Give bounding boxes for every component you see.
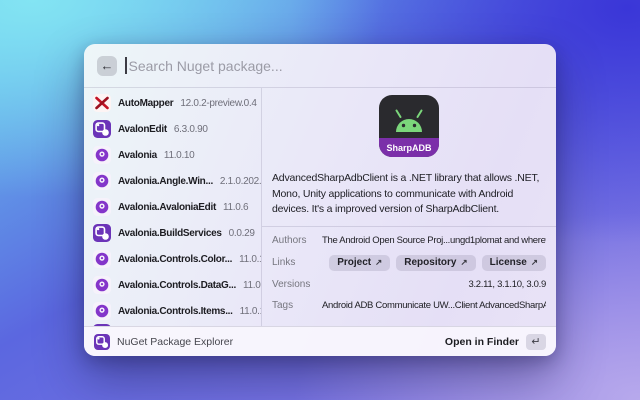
link-label: License [490, 257, 527, 268]
nuget-icon [93, 224, 111, 242]
return-key-icon: ↵ [526, 334, 546, 350]
package-name: Avalonia.AvaloniaEdit [118, 202, 216, 213]
external-link-icon: ↗ [461, 257, 468, 268]
package-version: 2.1.0.202... [220, 176, 261, 187]
footer-app: NuGet Package Explorer [94, 334, 233, 350]
links-label: Links [272, 257, 322, 268]
links-buttons: Project ↗ Repository ↗ License ↗ [322, 255, 546, 271]
package-detail-pane: SharpADB AdvancedSharpAdbClient is a .NE… [262, 88, 556, 326]
open-in-finder-button[interactable]: Open in Finder ↵ [445, 334, 546, 350]
package-version: 0.0.29 [229, 228, 255, 239]
package-list-item[interactable]: Avalonia.BuildServices 0.0.29 [84, 220, 261, 246]
search-input[interactable] [127, 58, 544, 74]
package-list-item[interactable]: Avalonia.AvaloniaEdit 11.0.6 [84, 194, 261, 220]
package-list-item[interactable]: AutoMapper 12.0.2-preview.0.4 [84, 90, 261, 116]
package-version: 11.0.10 [239, 254, 261, 265]
package-list-item[interactable]: Avalonia.Controls.DataG... 11.0.10 [84, 272, 261, 298]
license-link-button[interactable]: License ↗ [482, 255, 546, 271]
versions-label: Versions [272, 279, 322, 290]
package-description: AdvancedSharpAdbClient is a .NET library… [272, 171, 546, 218]
external-link-icon: ↗ [375, 257, 382, 268]
main-content: AutoMapper 12.0.2-preview.0.4 AvalonEdit 6.… [84, 88, 556, 326]
package-version: 11.0.10 [243, 280, 261, 291]
links-row: Links Project ↗ Repository ↗ License ↗ [272, 255, 546, 271]
authors-row: Authors The Android Open Source Proj...u… [272, 234, 546, 248]
package-version: 11.0.6 [223, 202, 248, 213]
link-label: Repository [404, 257, 456, 268]
tags-row: Tags Android ADB Communicate UW...Client… [272, 299, 546, 313]
package-list-item[interactable]: AvalonEdit 6.3.0.90 [84, 116, 261, 142]
package-name: AvalonEdit [118, 124, 167, 135]
tags-label: Tags [272, 300, 322, 311]
package-hero: SharpADB [272, 95, 546, 162]
versions-row: Versions 3.2.11, 3.1.10, 3.0.9 [272, 278, 546, 292]
project-link-button[interactable]: Project ↗ [329, 255, 390, 271]
package-version: 11.0.10 [164, 150, 195, 161]
package-name: AutoMapper [118, 98, 173, 109]
authors-label: Authors [272, 235, 322, 246]
package-name: Avalonia.Controls.DataG... [118, 280, 236, 291]
nuget-icon [93, 120, 111, 138]
nuget-search-window: ← AutoMapper 12.0.2-preview.0.4 AvalonEdit… [84, 44, 556, 356]
package-list: AutoMapper 12.0.2-preview.0.4 AvalonEdit 6.… [84, 88, 262, 326]
package-list-item[interactable]: Avalonia 11.0.10 [84, 142, 261, 168]
package-name: Avalonia.Controls.Items... [118, 306, 233, 317]
repository-link-button[interactable]: Repository ↗ [396, 255, 475, 271]
package-version: 12.0.2-preview.0.4 [180, 98, 256, 109]
avalonia-icon [93, 198, 111, 216]
back-button[interactable]: ← [97, 56, 117, 76]
automapper-icon [93, 94, 111, 112]
package-name: Avalonia.Controls.Color... [118, 254, 232, 265]
avalonia-icon [93, 302, 111, 320]
search-bar: ← [84, 44, 556, 88]
footer-bar: NuGet Package Explorer Open in Finder ↵ [84, 326, 556, 356]
nuget-icon [93, 324, 111, 326]
tags-value: Android ADB Communicate UW...Client Adva… [322, 300, 546, 311]
avalonia-icon [93, 250, 111, 268]
package-name: Avalonia.Angle.Win... [118, 176, 213, 187]
open-in-finder-label: Open in Finder [445, 336, 519, 348]
authors-value: The Android Open Source Proj...ungd1plom… [322, 235, 546, 246]
package-list-item[interactable] [84, 324, 261, 326]
versions-value: 3.2.11, 3.1.10, 3.0.9 [322, 279, 546, 290]
detail-divider [262, 226, 556, 227]
link-label: Project [337, 257, 371, 268]
avalonia-icon [93, 172, 111, 190]
package-name: Avalonia [118, 150, 157, 161]
avalonia-icon [93, 276, 111, 294]
package-version: 11.0.10 [240, 306, 261, 317]
back-arrow-icon: ← [101, 58, 114, 73]
package-list-item[interactable]: Avalonia.Angle.Win... 2.1.0.202... [84, 168, 261, 194]
avalonia-icon [93, 146, 111, 164]
external-link-icon: ↗ [531, 257, 538, 268]
package-name: Avalonia.BuildServices [118, 228, 222, 239]
footer-app-name: NuGet Package Explorer [117, 336, 233, 348]
sharpadb-package-icon: SharpADB [379, 95, 439, 157]
package-version: 6.3.0.90 [174, 124, 208, 135]
package-list-item[interactable]: Avalonia.Controls.Color... 11.0.10 [84, 246, 261, 272]
package-icon-label: SharpADB [386, 143, 432, 153]
nuget-package-explorer-icon [94, 334, 110, 350]
package-list-item[interactable]: Avalonia.Controls.Items... 11.0.10 [84, 298, 261, 324]
